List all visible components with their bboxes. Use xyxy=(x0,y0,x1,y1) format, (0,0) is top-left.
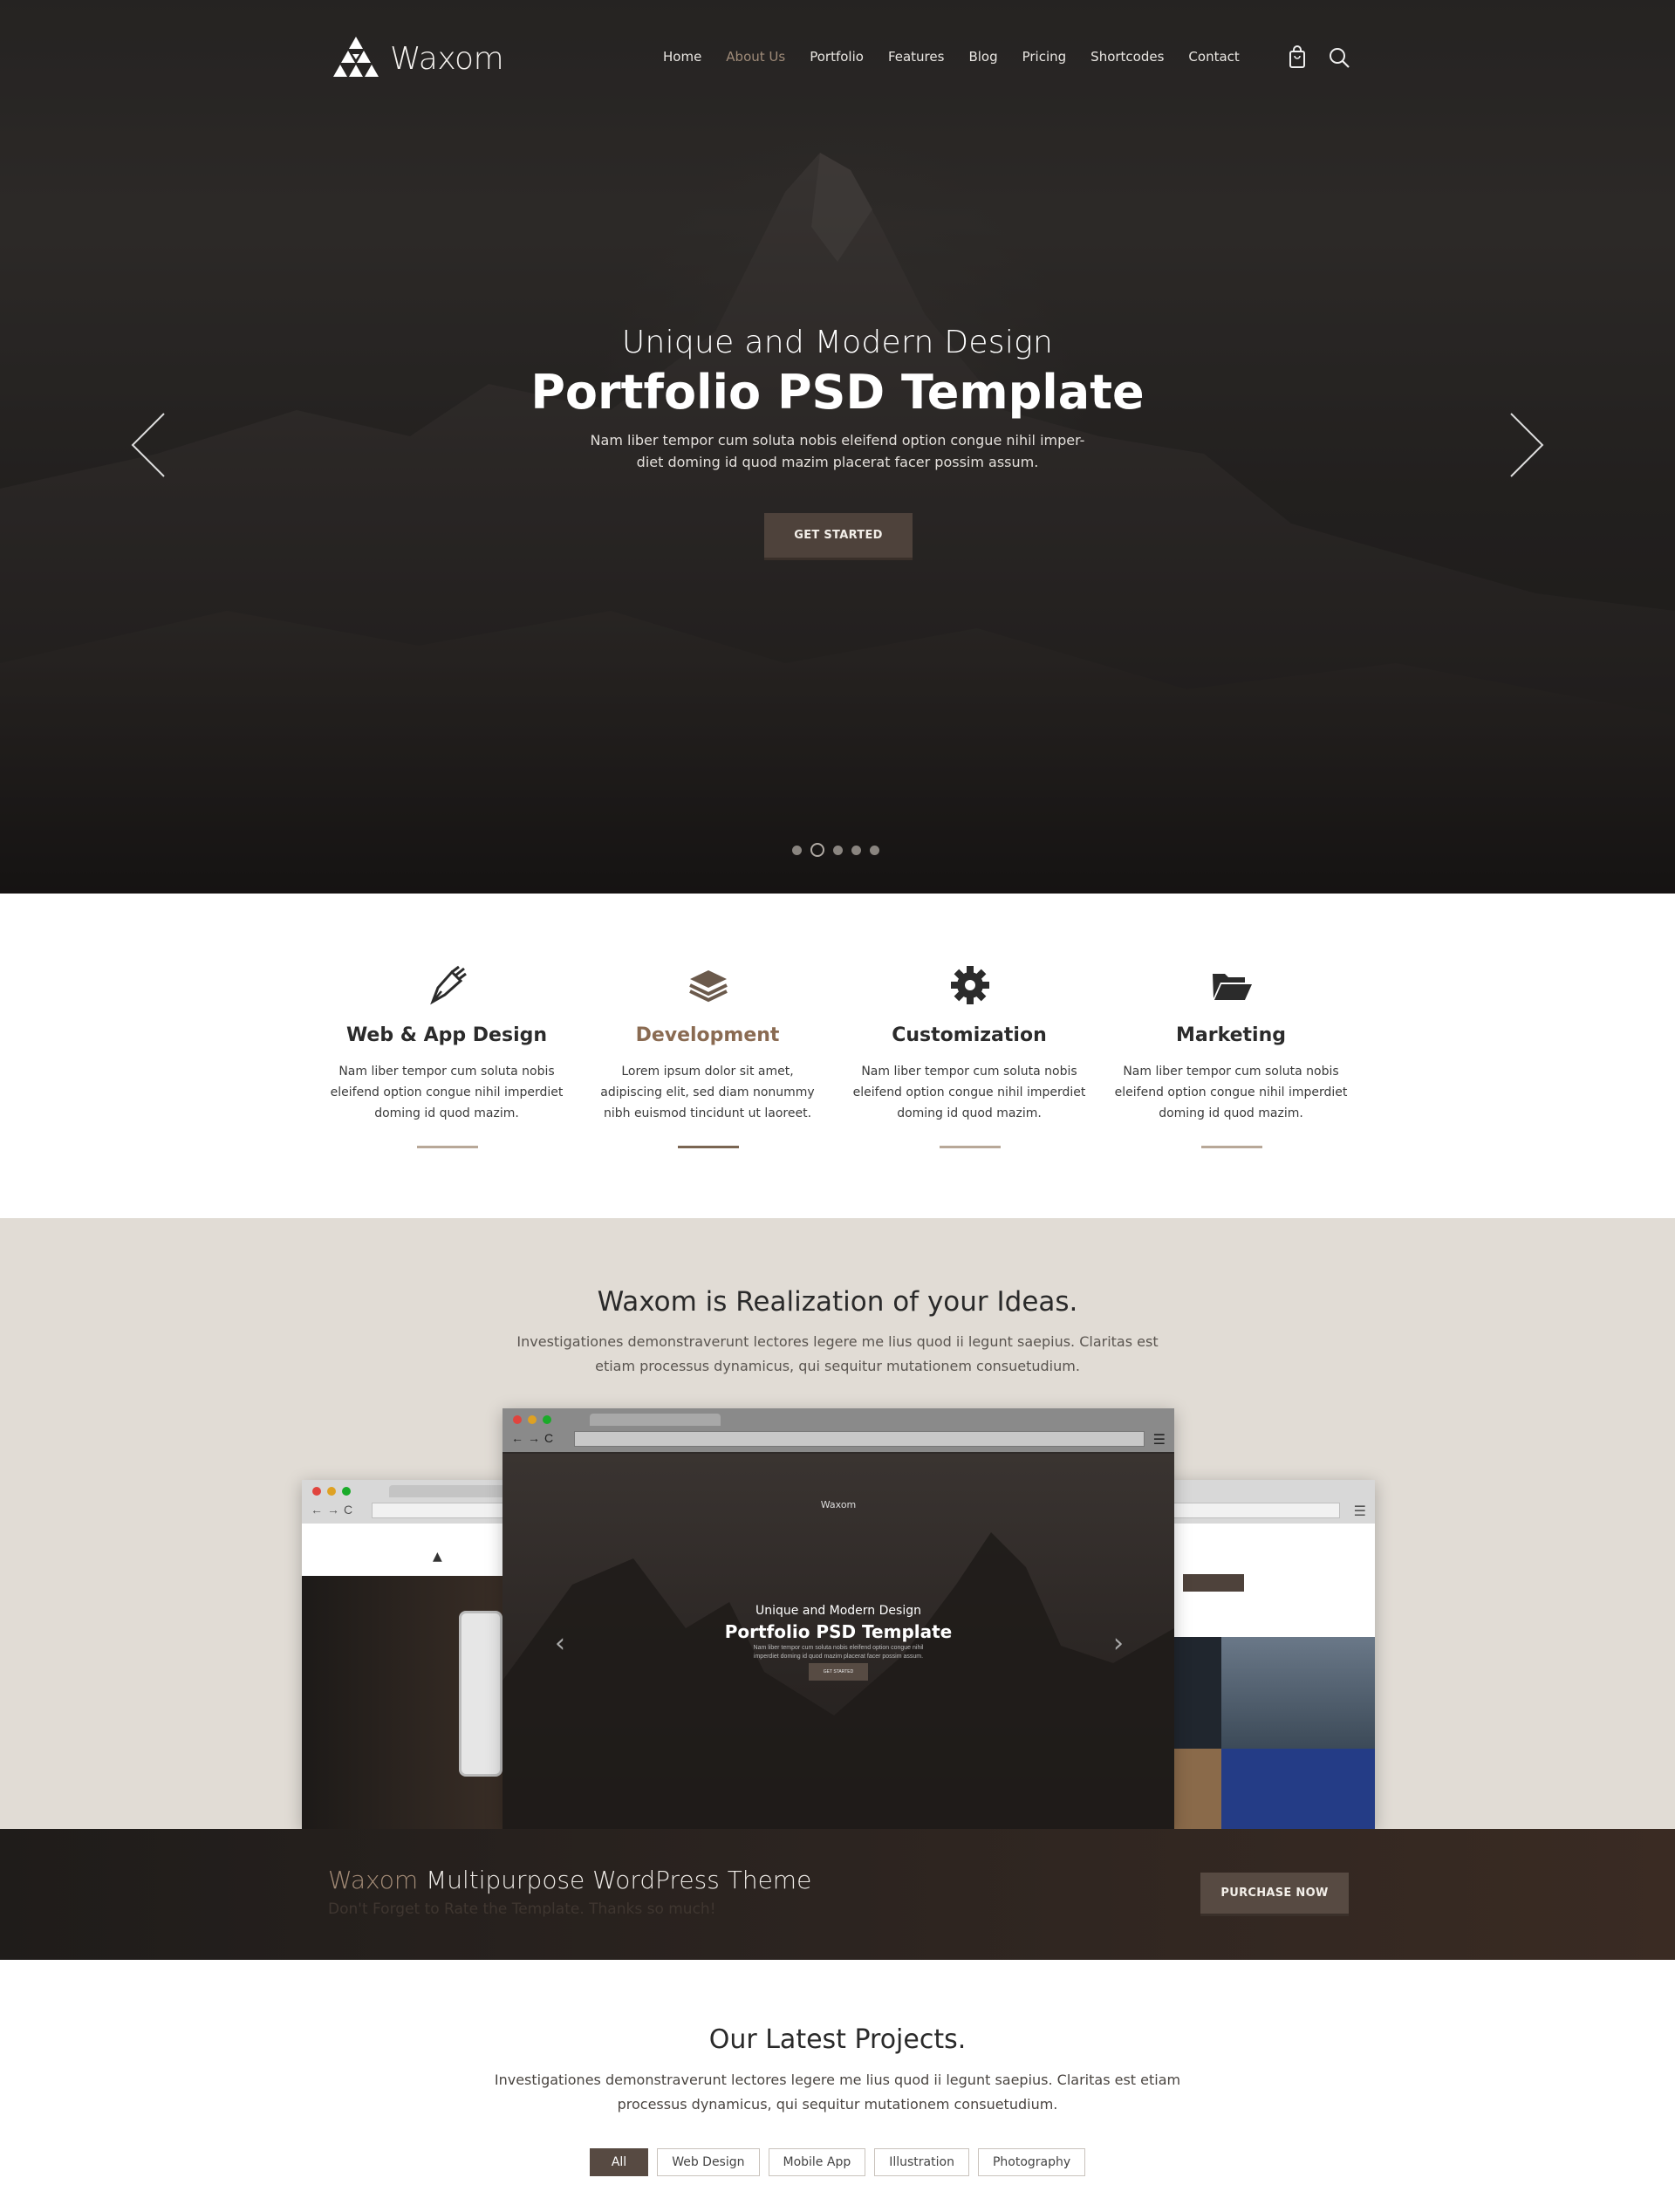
project-filters: All Web Design Mobile App Illustration P… xyxy=(0,2148,1675,2176)
cta-bar: Waxom Multipurpose WordPress Theme Don't… xyxy=(0,1829,1675,1960)
projects-text: Investigationes demonstraverunt lectores… xyxy=(494,2072,1181,2113)
slider-dots xyxy=(792,843,879,857)
hero-title: Portfolio PSD Template xyxy=(530,365,1145,420)
nav-item-contact[interactable]: Contact xyxy=(1188,49,1239,65)
browser-menu-icon: ☰ xyxy=(1152,1433,1166,1448)
get-started-button[interactable]: GET STARTED xyxy=(764,513,913,560)
slider-dot[interactable] xyxy=(833,845,843,855)
logo-text: Waxom xyxy=(390,40,504,77)
browser-chrome: ☰ xyxy=(1152,1480,1375,1524)
slider-prev-arrow-icon[interactable] xyxy=(129,410,168,480)
nav-item-about-us[interactable]: About Us xyxy=(726,49,785,65)
nav-item-pricing[interactable]: Pricing xyxy=(1022,49,1067,65)
layers-icon xyxy=(687,963,730,1007)
mockup-screen: Waxom Unique and Modern Design Portfolio… xyxy=(502,1454,1174,1829)
service-divider xyxy=(1201,1146,1262,1148)
nav-icons xyxy=(1285,45,1351,70)
main-nav: Home About Us Portfolio Features Blog Pr… xyxy=(663,49,1264,65)
slider-dot[interactable] xyxy=(851,845,861,855)
service-divider xyxy=(417,1146,478,1148)
service-text: Nam liber tempor cum soluta nobis eleife… xyxy=(330,1065,564,1120)
mockup-button: GET STARTED xyxy=(809,1663,868,1681)
cta-title: Waxom Multipurpose WordPress Theme xyxy=(328,1866,811,1894)
showcase-text: Investigationes demonstraverunt lectores… xyxy=(516,1333,1159,1374)
mockup-subtitle: Unique and Modern Design xyxy=(755,1604,921,1618)
service-title: Development xyxy=(635,1024,780,1046)
service-title: Marketing xyxy=(1175,1024,1287,1046)
service-divider xyxy=(940,1146,1001,1148)
logo-icon xyxy=(333,37,379,77)
cta-title-text: Multipurpose WordPress Theme xyxy=(426,1866,812,1894)
browser-mockup-left: ←→C ▲ xyxy=(302,1480,520,1829)
browser-chrome: ←→C xyxy=(302,1480,520,1524)
pen-nib-icon xyxy=(426,963,469,1007)
hero-subtitle: Unique and Modern Design xyxy=(621,325,1054,360)
service-title: Customization xyxy=(892,1024,1047,1046)
cta-brand: Waxom xyxy=(328,1866,419,1894)
mockup-title: Portfolio PSD Template xyxy=(724,1621,953,1642)
service-divider xyxy=(678,1146,739,1148)
filter-all[interactable]: All xyxy=(589,2148,649,2176)
mockup-prev-arrow-icon: ‹ xyxy=(555,1628,565,1659)
purchase-now-button[interactable]: PURCHASE NOW xyxy=(1200,1873,1349,1916)
showcase-title: Waxom is Realization of your Ideas. xyxy=(597,1286,1078,1318)
browser-mockup-center: ←→C ☰ Waxom Unique and Modern Design Por… xyxy=(502,1408,1174,1829)
nav-item-home[interactable]: Home xyxy=(663,49,701,65)
browser-nav-icon: ←→C xyxy=(511,1431,558,1445)
hero-description: Nam liber tempor cum soluta nobis eleife… xyxy=(590,432,1085,470)
service-text: Lorem ipsum dolor sit amet, adipiscing e… xyxy=(600,1065,815,1120)
filter-mobile-app[interactable]: Mobile App xyxy=(768,2148,866,2176)
slider-dot[interactable] xyxy=(870,845,879,855)
gear-icon xyxy=(948,963,992,1007)
filter-web-design[interactable]: Web Design xyxy=(657,2148,760,2176)
nav-item-shortcodes[interactable]: Shortcodes xyxy=(1090,49,1164,65)
service-text: Nam liber tempor cum soluta nobis eleife… xyxy=(1114,1065,1348,1120)
mockup-next-arrow-icon: › xyxy=(1113,1628,1124,1659)
browser-menu-icon: ☰ xyxy=(1353,1504,1366,1519)
cta-subtitle: Don't Forget to Rate the Template. Thank… xyxy=(328,1900,716,1918)
showcase-section: Waxom is Realization of your Ideas. Inve… xyxy=(0,1218,1675,1829)
service-title: Web & App Design xyxy=(345,1024,548,1046)
services-section: Web & App Design Nam liber tempor cum so… xyxy=(0,894,1675,1218)
nav-item-portfolio[interactable]: Portfolio xyxy=(810,49,864,65)
folder-open-icon xyxy=(1210,963,1254,1007)
filter-illustration[interactable]: Illustration xyxy=(874,2148,969,2176)
projects-title: Our Latest Projects. xyxy=(708,2024,967,2055)
search-icon[interactable] xyxy=(1327,45,1351,70)
slider-dot-active[interactable] xyxy=(810,843,824,857)
slider-next-arrow-icon[interactable] xyxy=(1508,410,1546,480)
mockup-description: Nam liber tempor cum soluta nobis eleife… xyxy=(753,1645,924,1660)
hero-slider: Waxom Home About Us Portfolio Features B… xyxy=(0,0,1675,894)
browser-nav-icon: ←→C xyxy=(311,1503,358,1517)
mockup-logo: Waxom xyxy=(820,1499,857,1510)
slider-dot[interactable] xyxy=(792,845,802,855)
service-text: Nam liber tempor cum soluta nobis eleife… xyxy=(852,1065,1086,1120)
browser-chrome: ←→C ☰ xyxy=(502,1408,1174,1452)
logo[interactable]: Waxom xyxy=(329,33,504,84)
shopping-bag-icon[interactable] xyxy=(1285,45,1309,70)
nav-item-features[interactable]: Features xyxy=(888,49,945,65)
filter-photography[interactable]: Photography xyxy=(977,2148,1086,2176)
browser-mockup-right: ☰ xyxy=(1152,1480,1375,1829)
projects-section: Our Latest Projects. Investigationes dem… xyxy=(0,1960,1675,2212)
nav-item-blog[interactable]: Blog xyxy=(968,49,997,65)
